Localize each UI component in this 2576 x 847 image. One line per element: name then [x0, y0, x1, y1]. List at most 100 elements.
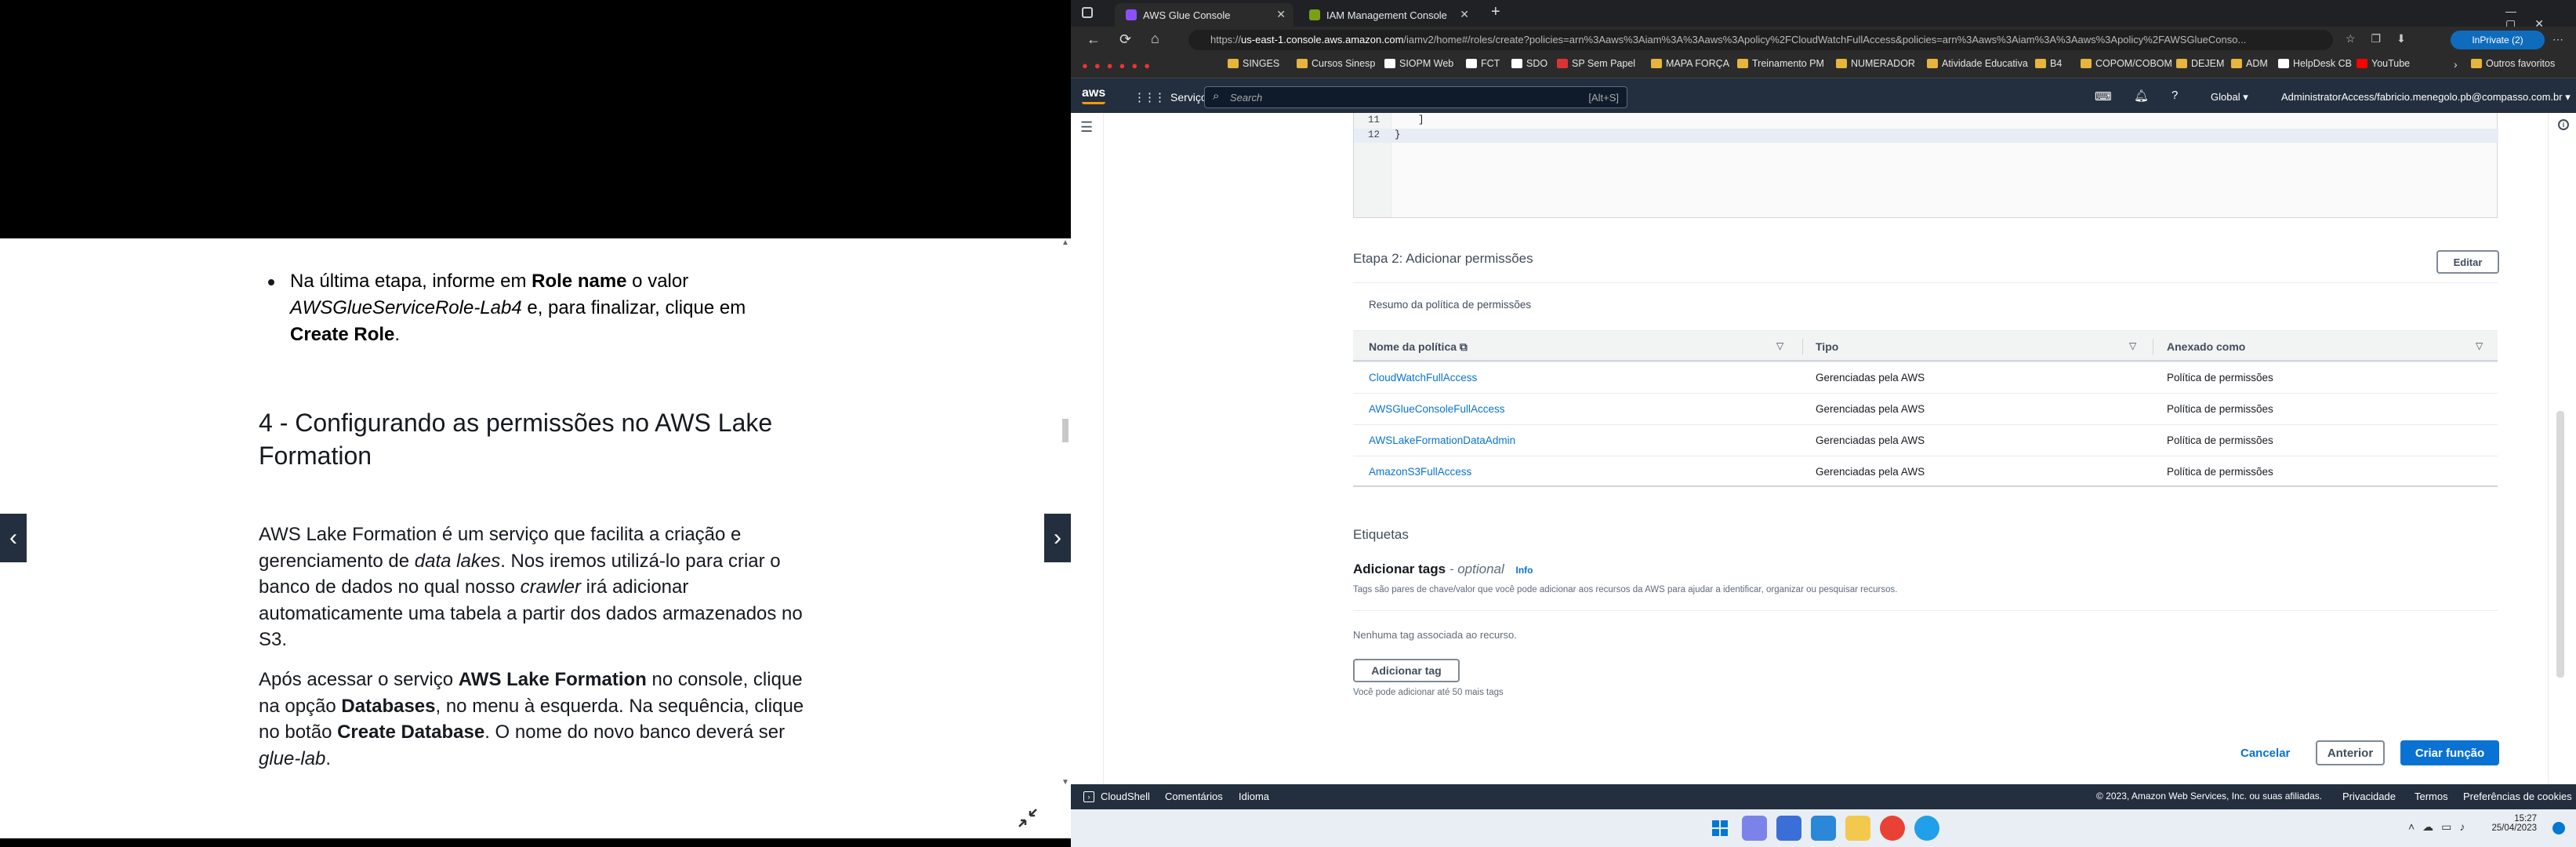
policy-type: Gerenciadas pela AWS: [1816, 466, 1925, 478]
column-header-name[interactable]: Nome da política ⧉: [1369, 331, 1468, 362]
italic-text: AWSGlueServiceRole-Lab4: [290, 297, 522, 318]
policy-link[interactable]: AWSLakeFormationDataAdmin: [1369, 425, 1515, 456]
bookmark-label: Treinamento PM: [1752, 58, 1824, 69]
bookmark-youtube[interactable]: YouTube: [2356, 58, 2410, 69]
menu-icon[interactable]: ☰: [1080, 119, 1093, 136]
info-link[interactable]: Info: [1516, 565, 1533, 576]
sort-down-icon[interactable]: ▽: [2476, 340, 2483, 351]
tab-glue-console[interactable]: AWS Glue Console ✕: [1115, 3, 1293, 27]
bookmark-cursos[interactable]: Cursos Sinesp: [1297, 58, 1375, 69]
page-scrollbar-thumb[interactable]: [2556, 411, 2564, 678]
policy-type: Gerenciadas pela AWS: [1816, 372, 1925, 384]
account-menu[interactable]: AdministratorAccess/fabricio.menegolo.pb…: [2281, 91, 2571, 104]
column-header-attached[interactable]: Anexado como: [2167, 331, 2245, 362]
tab-iam-console[interactable]: IAM Management Console ✕: [1298, 3, 1477, 27]
url-field[interactable]: https://us-east-1.console.aws.amazon.com…: [1188, 30, 2333, 50]
bookmark-copom[interactable]: COPOM/COBOM: [2081, 58, 2172, 69]
system-tray-icons[interactable]: ˄☁▭♪: [2408, 820, 2473, 834]
tab-actions-icon[interactable]: [1082, 7, 1093, 18]
right-rail: i: [2548, 113, 2576, 784]
app-icon[interactable]: [1811, 816, 1836, 841]
notification-icon[interactable]: [2552, 822, 2565, 834]
policy-link[interactable]: AmazonS3FullAccess: [1369, 456, 1471, 488]
sort-down-icon[interactable]: ▽: [1776, 340, 1783, 351]
bold-text: AWS Lake Formation: [458, 669, 647, 690]
more-icon[interactable]: ⋯: [2552, 33, 2563, 46]
clock-time: 15:27: [2514, 814, 2537, 823]
folder-icon: [2081, 59, 2092, 68]
other-favorites[interactable]: Outros favoritos: [2471, 58, 2555, 69]
column-header-type[interactable]: Tipo: [1816, 331, 1838, 362]
next-page-button[interactable]: ›: [1044, 514, 1071, 562]
new-tab-icon[interactable]: +: [1491, 3, 1500, 21]
calendar-icon[interactable]: [1776, 816, 1801, 841]
bookmark-label: MAPA FORÇA: [1666, 58, 1730, 69]
chat-icon[interactable]: [1742, 816, 1767, 841]
back-icon[interactable]: ←: [1087, 31, 1101, 48]
chrome-icon[interactable]: [1880, 816, 1905, 841]
close-icon[interactable]: ✕: [1460, 8, 1469, 21]
previous-button[interactable]: Anterior: [2316, 740, 2385, 765]
feedback-link[interactable]: Comentários: [1165, 791, 1223, 802]
aws-logo[interactable]: aws: [1082, 86, 1105, 100]
chevron-right-icon[interactable]: ›: [2454, 58, 2458, 71]
search-input[interactable]: ⌕ Search [Alt+S]: [1204, 86, 1627, 108]
reload-icon[interactable]: ⟳: [1119, 31, 1131, 48]
cloudshell-button[interactable]: › CloudShell: [1083, 791, 1150, 802]
bookmark-siopm[interactable]: SIOPM Web: [1384, 58, 1453, 69]
bookmark-mapa-forca[interactable]: MAPA FORÇA: [1651, 58, 1729, 69]
bookmark-helpdesk[interactable]: HelpDesk CB: [2278, 58, 2352, 69]
file-explorer-icon[interactable]: [1845, 816, 1870, 841]
bold-text: Role name: [532, 271, 627, 292]
cancel-button[interactable]: Cancelar: [2240, 747, 2290, 760]
scroll-down-icon[interactable]: ▼: [1061, 778, 1069, 787]
browser-toolbar-icons[interactable]: ☆❐⬇: [2346, 32, 2422, 45]
close-icon[interactable]: ✕: [1276, 8, 1286, 21]
bookmark-atividade[interactable]: Atividade Educativa: [1927, 58, 2028, 69]
services-menu[interactable]: ⋮⋮⋮ Serviços: [1134, 90, 1213, 104]
sort-down-icon[interactable]: ▽: [2129, 340, 2136, 351]
bookmarks-bar: ●●●●●● SINGES Cursos Sinesp SIOPM Web FC…: [1071, 53, 2576, 78]
edit-button[interactable]: Editar: [2436, 250, 2499, 274]
bookmark-sp-sem-papel[interactable]: SP Sem Papel: [1557, 58, 1635, 69]
bookmark-b4[interactable]: B4: [2035, 58, 2062, 69]
clock[interactable]: 15:27 25/04/2023: [2490, 814, 2537, 833]
policy-attached: Política de permissões: [2167, 466, 2273, 478]
privacy-link[interactable]: Privacidade: [2342, 791, 2396, 802]
policy-link[interactable]: CloudWatchFullAccess: [1369, 362, 1477, 394]
edge-icon[interactable]: [1914, 816, 1939, 841]
cloudshell-icon[interactable]: ⌨: [2095, 89, 2112, 104]
bookmark-singes[interactable]: SINGES: [1228, 58, 1279, 69]
bookmark-fct[interactable]: FCT: [1466, 58, 1500, 69]
policy-link[interactable]: AWSGlueConsoleFullAccess: [1369, 394, 1505, 425]
create-role-button[interactable]: Criar função: [2400, 740, 2499, 765]
bell-icon[interactable]: 🔔︎: [2134, 89, 2149, 103]
previous-page-button[interactable]: ‹: [0, 514, 27, 562]
bookmark-treinamento[interactable]: Treinamento PM: [1737, 58, 1824, 69]
doc-scrollbar[interactable]: ▲ ▼: [1060, 238, 1071, 787]
region-selector[interactable]: Global ▾: [2211, 91, 2248, 104]
info-panel-icon[interactable]: i: [2558, 119, 2569, 130]
bookmark-favicons[interactable]: ●●●●●●: [1082, 60, 1156, 71]
folder-icon: [1927, 59, 1938, 68]
cookie-preferences-link[interactable]: Preferências de cookies: [2463, 791, 2572, 802]
start-icon[interactable]: [1707, 816, 1732, 841]
terms-link[interactable]: Termos: [2415, 791, 2448, 802]
add-tag-button[interactable]: Adicionar tag: [1353, 659, 1460, 682]
bookmark-sdo[interactable]: SDO: [1511, 58, 1547, 69]
json-editor[interactable]: 11 ] 12 }: [1353, 113, 2498, 218]
home-icon[interactable]: ⌂: [1151, 31, 1159, 47]
bookmark-label: SDO: [1526, 58, 1548, 69]
scroll-up-icon[interactable]: ▲: [1061, 238, 1069, 247]
bookmark-dejem[interactable]: DEJEM: [2176, 58, 2224, 69]
help-icon[interactable]: ?: [2171, 89, 2178, 102]
text: . O nome do novo banco deverá ser: [484, 722, 785, 743]
chevron-right-icon: ›: [1054, 525, 1061, 551]
bookmark-adm[interactable]: ADM: [2231, 58, 2268, 69]
grid-icon: ⋮⋮⋮: [1134, 91, 1166, 104]
bookmark-numerador[interactable]: NUMERADOR: [1836, 58, 1915, 69]
inprivate-badge[interactable]: InPrivate (2): [2451, 31, 2545, 49]
page-icon: [1466, 59, 1477, 68]
exit-fullscreen-icon[interactable]: [1016, 806, 1039, 830]
language-link[interactable]: Idioma: [1239, 791, 1269, 802]
